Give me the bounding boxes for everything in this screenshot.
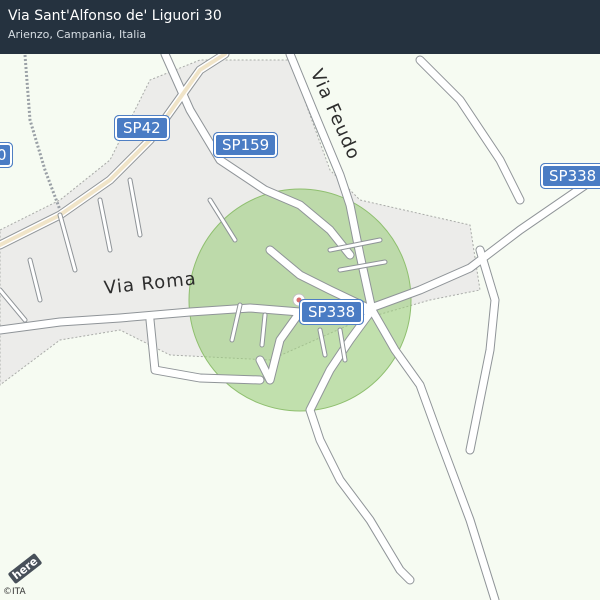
address-subtitle: Arienzo, Campania, Italia bbox=[8, 28, 147, 41]
map-canvas[interactable] bbox=[0, 0, 600, 600]
copyright-text: ©ITA bbox=[3, 587, 26, 597]
location-header: Via Sant'Alfonso de' Liguori 30 Arienzo,… bbox=[0, 0, 600, 54]
route-shield-cut-left: 0 bbox=[0, 142, 13, 168]
route-shield-sp42: SP42 bbox=[114, 115, 170, 141]
route-shield-sp338-right: SP338 bbox=[539, 163, 600, 189]
route-shield-sp338-center: SP338 bbox=[298, 299, 365, 325]
address-title: Via Sant'Alfonso de' Liguori 30 bbox=[8, 8, 222, 24]
route-shield-sp159: SP159 bbox=[212, 132, 279, 158]
